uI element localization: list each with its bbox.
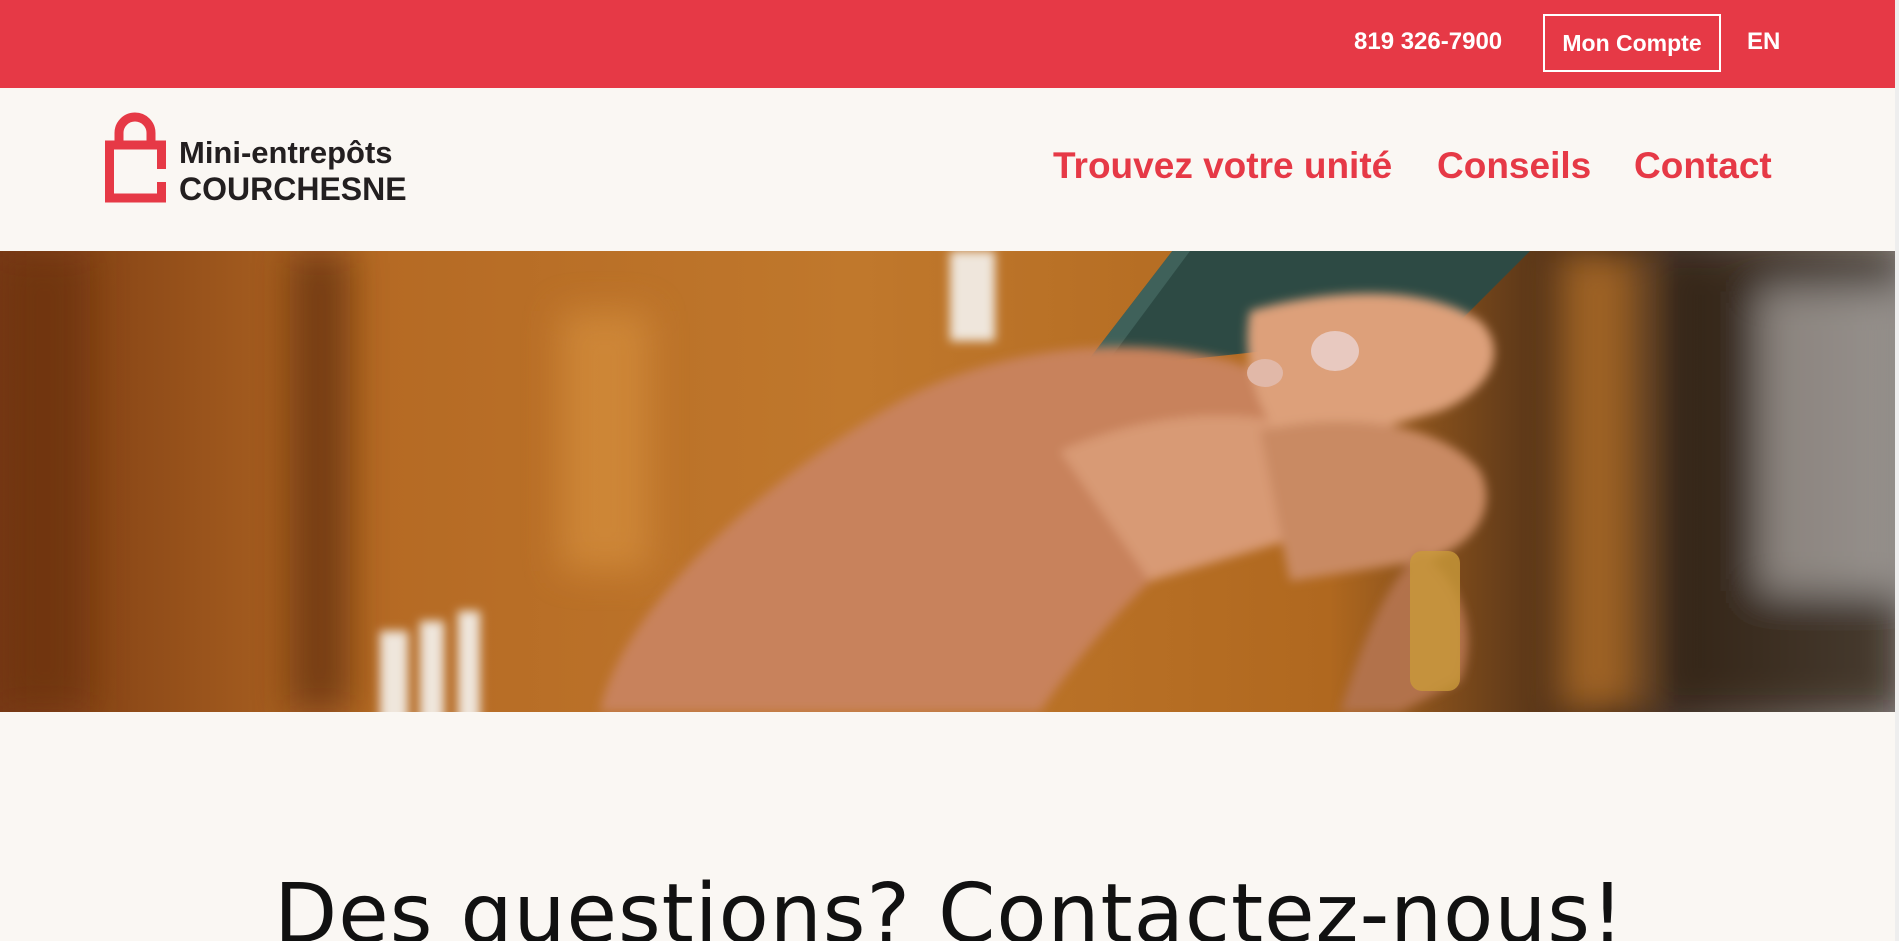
- nav-item-find-unit[interactable]: Trouvez votre unité: [1053, 145, 1392, 187]
- scrollbar[interactable]: [1895, 0, 1899, 941]
- site-logo[interactable]: Mini-entrepôts COURCHESNE: [105, 109, 435, 209]
- padlock-icon: [105, 112, 167, 203]
- language-switch-link[interactable]: EN: [1747, 28, 1780, 56]
- nav-item-contact[interactable]: Contact: [1634, 145, 1772, 187]
- site-header: Mini-entrepôts COURCHESNE Trouvez votre …: [0, 88, 1899, 251]
- phone-link[interactable]: 819 326-7900: [1354, 28, 1502, 56]
- account-button[interactable]: Mon Compte: [1543, 14, 1721, 72]
- hands-holding-phone-photo: [0, 251, 1899, 712]
- logo-text-line2: COURCHESNE: [179, 171, 407, 207]
- contact-section-title: Des questions? Contactez-nous!: [274, 866, 1625, 941]
- nav-item-tips[interactable]: Conseils: [1437, 145, 1591, 187]
- page: 819 326-7900 Mon Compte EN Mini-entrepôt…: [0, 0, 1899, 941]
- top-utility-bar: 819 326-7900 Mon Compte EN: [0, 0, 1899, 88]
- logo-text-line1: Mini-entrepôts: [179, 135, 393, 170]
- hero-image: [0, 251, 1899, 712]
